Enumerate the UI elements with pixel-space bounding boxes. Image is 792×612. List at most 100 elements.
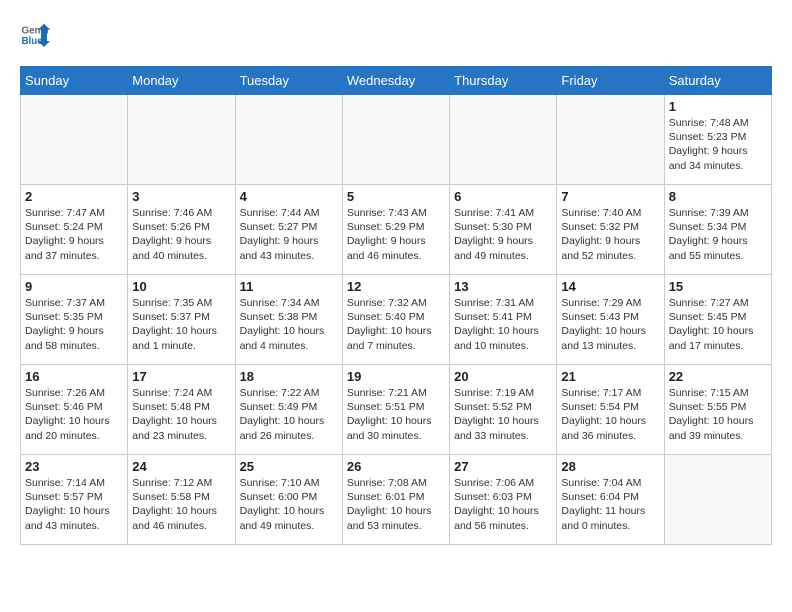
day-number: 14 <box>561 279 659 294</box>
day-number: 19 <box>347 369 445 384</box>
day-info: Sunrise: 7:19 AM Sunset: 5:52 PM Dayligh… <box>454 386 552 443</box>
day-number: 9 <box>25 279 123 294</box>
day-info: Sunrise: 7:48 AM Sunset: 5:23 PM Dayligh… <box>669 116 767 173</box>
day-info: Sunrise: 7:41 AM Sunset: 5:30 PM Dayligh… <box>454 206 552 263</box>
day-number: 27 <box>454 459 552 474</box>
calendar-cell: 23 Sunrise: 7:14 AM Sunset: 5:57 PM Dayli… <box>21 455 128 545</box>
day-number: 25 <box>240 459 338 474</box>
day-number: 4 <box>240 189 338 204</box>
calendar-cell <box>557 95 664 185</box>
calendar-cell: 1 Sunrise: 7:48 AM Sunset: 5:23 PM Daylig… <box>664 95 771 185</box>
calendar-cell: 4 Sunrise: 7:44 AM Sunset: 5:27 PM Daylig… <box>235 185 342 275</box>
weekday-header-sunday: Sunday <box>21 67 128 95</box>
day-info: Sunrise: 7:04 AM Sunset: 6:04 PM Dayligh… <box>561 476 659 533</box>
day-number: 20 <box>454 369 552 384</box>
day-info: Sunrise: 7:14 AM Sunset: 5:57 PM Dayligh… <box>25 476 123 533</box>
calendar-cell: 19 Sunrise: 7:21 AM Sunset: 5:51 PM Dayli… <box>342 365 449 455</box>
weekday-header-monday: Monday <box>128 67 235 95</box>
day-info: Sunrise: 7:44 AM Sunset: 5:27 PM Dayligh… <box>240 206 338 263</box>
calendar-cell: 3Sunrise: 7:46 AM Sunset: 5:26 PM Daylig… <box>128 185 235 275</box>
day-info: Sunrise: 7:21 AM Sunset: 5:51 PM Dayligh… <box>347 386 445 443</box>
day-number: 1 <box>669 99 767 114</box>
day-number: 23 <box>25 459 123 474</box>
calendar-cell: 14 Sunrise: 7:29 AM Sunset: 5:43 PM Dayli… <box>557 275 664 365</box>
day-info: Sunrise: 7:29 AM Sunset: 5:43 PM Dayligh… <box>561 296 659 353</box>
day-info: Sunrise: 7:47 AM Sunset: 5:24 PM Dayligh… <box>25 206 123 263</box>
calendar-cell: 28 Sunrise: 7:04 AM Sunset: 6:04 PM Dayli… <box>557 455 664 545</box>
day-info: Sunrise: 7:08 AM Sunset: 6:01 PM Dayligh… <box>347 476 445 533</box>
calendar-cell <box>235 95 342 185</box>
weekday-header-saturday: Saturday <box>664 67 771 95</box>
calendar-cell: 12 Sunrise: 7:32 AM Sunset: 5:40 PM Dayli… <box>342 275 449 365</box>
calendar-week-row: 2 Sunrise: 7:47 AM Sunset: 5:24 PM Daylig… <box>21 185 772 275</box>
calendar-cell <box>21 95 128 185</box>
calendar-cell: 11 Sunrise: 7:34 AM Sunset: 5:38 PM Dayli… <box>235 275 342 365</box>
day-number: 24 <box>132 459 230 474</box>
day-info: Sunrise: 7:22 AM Sunset: 5:49 PM Dayligh… <box>240 386 338 443</box>
calendar-header-row: SundayMondayTuesdayWednesdayThursdayFrid… <box>21 67 772 95</box>
day-number: 28 <box>561 459 659 474</box>
calendar-cell: 27 Sunrise: 7:06 AM Sunset: 6:03 PM Dayli… <box>450 455 557 545</box>
day-info: Sunrise: 7:24 AM Sunset: 5:48 PM Dayligh… <box>132 386 230 443</box>
calendar-cell: 5 Sunrise: 7:43 AM Sunset: 5:29 PM Daylig… <box>342 185 449 275</box>
day-info: Sunrise: 7:40 AM Sunset: 5:32 PM Dayligh… <box>561 206 659 263</box>
day-info: Sunrise: 7:15 AM Sunset: 5:55 PM Dayligh… <box>669 386 767 443</box>
weekday-header-wednesday: Wednesday <box>342 67 449 95</box>
calendar-cell <box>664 455 771 545</box>
day-number: 15 <box>669 279 767 294</box>
day-number: 13 <box>454 279 552 294</box>
day-info: Sunrise: 7:39 AM Sunset: 5:34 PM Dayligh… <box>669 206 767 263</box>
calendar-cell: 22 Sunrise: 7:15 AM Sunset: 5:55 PM Dayli… <box>664 365 771 455</box>
day-info: Sunrise: 7:46 AM Sunset: 5:26 PM Dayligh… <box>132 206 230 263</box>
day-info: Sunrise: 7:27 AM Sunset: 5:45 PM Dayligh… <box>669 296 767 353</box>
calendar-cell: 21 Sunrise: 7:17 AM Sunset: 5:54 PM Dayli… <box>557 365 664 455</box>
calendar-cell: 7Sunrise: 7:40 AM Sunset: 5:32 PM Daylig… <box>557 185 664 275</box>
day-number: 21 <box>561 369 659 384</box>
calendar-cell: 18 Sunrise: 7:22 AM Sunset: 5:49 PM Dayli… <box>235 365 342 455</box>
calendar-cell <box>342 95 449 185</box>
calendar-table: SundayMondayTuesdayWednesdayThursdayFrid… <box>20 66 772 545</box>
day-info: Sunrise: 7:43 AM Sunset: 5:29 PM Dayligh… <box>347 206 445 263</box>
calendar-cell: 17 Sunrise: 7:24 AM Sunset: 5:48 PM Dayli… <box>128 365 235 455</box>
day-info: Sunrise: 7:12 AM Sunset: 5:58 PM Dayligh… <box>132 476 230 533</box>
page-header: General Blue <box>20 20 772 50</box>
day-info: Sunrise: 7:17 AM Sunset: 5:54 PM Dayligh… <box>561 386 659 443</box>
calendar-cell: 9 Sunrise: 7:37 AM Sunset: 5:35 PM Daylig… <box>21 275 128 365</box>
day-number: 18 <box>240 369 338 384</box>
calendar-cell: 8 Sunrise: 7:39 AM Sunset: 5:34 PM Daylig… <box>664 185 771 275</box>
day-number: 17 <box>132 369 230 384</box>
calendar-week-row: 16 Sunrise: 7:26 AM Sunset: 5:46 PM Dayli… <box>21 365 772 455</box>
day-info: Sunrise: 7:32 AM Sunset: 5:40 PM Dayligh… <box>347 296 445 353</box>
day-number: 8 <box>669 189 767 204</box>
calendar-cell: 13 Sunrise: 7:31 AM Sunset: 5:41 PM Dayli… <box>450 275 557 365</box>
day-info: Sunrise: 7:35 AM Sunset: 5:37 PM Dayligh… <box>132 296 230 353</box>
day-number: 11 <box>240 279 338 294</box>
day-number: 26 <box>347 459 445 474</box>
day-info: Sunrise: 7:31 AM Sunset: 5:41 PM Dayligh… <box>454 296 552 353</box>
weekday-header-friday: Friday <box>557 67 664 95</box>
calendar-cell: 16 Sunrise: 7:26 AM Sunset: 5:46 PM Dayli… <box>21 365 128 455</box>
day-number: 6 <box>454 189 552 204</box>
weekday-header-tuesday: Tuesday <box>235 67 342 95</box>
day-info: Sunrise: 7:26 AM Sunset: 5:46 PM Dayligh… <box>25 386 123 443</box>
day-info: Sunrise: 7:06 AM Sunset: 6:03 PM Dayligh… <box>454 476 552 533</box>
day-number: 12 <box>347 279 445 294</box>
day-info: Sunrise: 7:34 AM Sunset: 5:38 PM Dayligh… <box>240 296 338 353</box>
logo-icon: General Blue <box>20 20 50 50</box>
calendar-week-row: 9 Sunrise: 7:37 AM Sunset: 5:35 PM Daylig… <box>21 275 772 365</box>
calendar-cell: 15 Sunrise: 7:27 AM Sunset: 5:45 PM Dayli… <box>664 275 771 365</box>
calendar-cell: 20 Sunrise: 7:19 AM Sunset: 5:52 PM Dayli… <box>450 365 557 455</box>
calendar-week-row: 1 Sunrise: 7:48 AM Sunset: 5:23 PM Daylig… <box>21 95 772 185</box>
calendar-cell: 2 Sunrise: 7:47 AM Sunset: 5:24 PM Daylig… <box>21 185 128 275</box>
day-info: Sunrise: 7:37 AM Sunset: 5:35 PM Dayligh… <box>25 296 123 353</box>
calendar-cell: 26 Sunrise: 7:08 AM Sunset: 6:01 PM Dayli… <box>342 455 449 545</box>
day-number: 2 <box>25 189 123 204</box>
calendar-cell: 10Sunrise: 7:35 AM Sunset: 5:37 PM Dayli… <box>128 275 235 365</box>
calendar-cell: 6 Sunrise: 7:41 AM Sunset: 5:30 PM Daylig… <box>450 185 557 275</box>
day-number: 5 <box>347 189 445 204</box>
weekday-header-thursday: Thursday <box>450 67 557 95</box>
calendar-week-row: 23 Sunrise: 7:14 AM Sunset: 5:57 PM Dayli… <box>21 455 772 545</box>
day-number: 16 <box>25 369 123 384</box>
day-info: Sunrise: 7:10 AM Sunset: 6:00 PM Dayligh… <box>240 476 338 533</box>
day-number: 22 <box>669 369 767 384</box>
